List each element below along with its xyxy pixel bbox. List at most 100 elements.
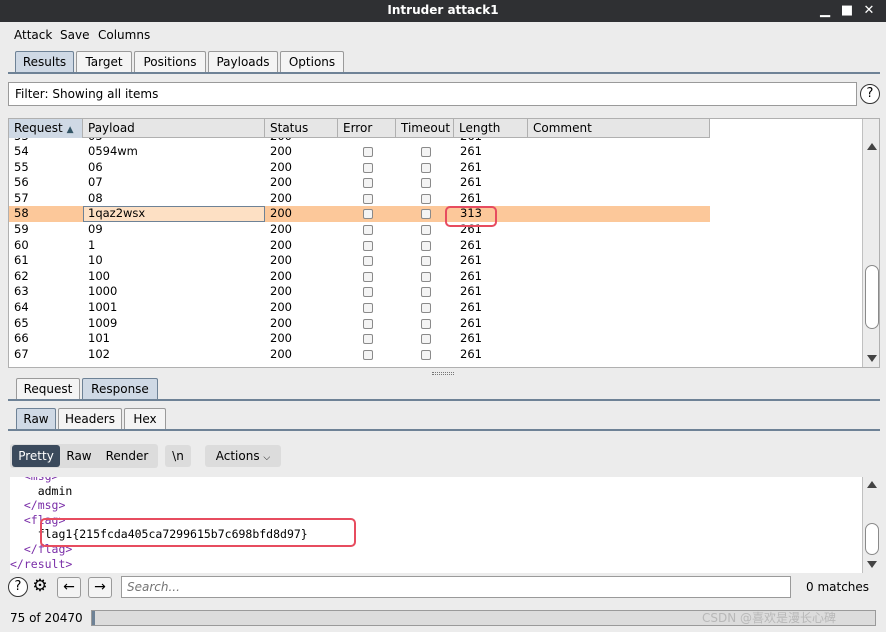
match-count: 0 matches <box>806 580 870 594</box>
cell-length: 261 <box>460 299 482 314</box>
resp-tab-underline <box>8 399 880 401</box>
menu-columns[interactable]: Columns <box>98 28 150 42</box>
pretty-button[interactable]: Pretty <box>12 445 60 467</box>
cell-length: 261 <box>460 175 482 190</box>
cell-length: 261 <box>460 190 482 205</box>
close-icon[interactable]: ✕ <box>860 2 878 20</box>
next-match-button[interactable]: → <box>88 577 112 598</box>
table-row[interactable]: 67 102 200 261 <box>9 347 710 363</box>
raw-button[interactable]: Raw <box>62 445 96 467</box>
cell-payload: 06 <box>88 159 103 174</box>
table-row[interactable]: 59 09 200 261 <box>9 222 710 238</box>
timeout-checkbox <box>421 256 431 267</box>
col-comment[interactable]: Comment <box>528 119 710 138</box>
tab-positions[interactable]: Positions <box>134 51 206 73</box>
error-checkbox <box>363 318 373 329</box>
error-checkbox <box>363 349 373 360</box>
tab-headers[interactable]: Headers <box>58 408 122 430</box>
tab-results[interactable]: Results <box>15 51 74 73</box>
code-scrollbar[interactable] <box>862 477 880 573</box>
cell-status: 200 <box>270 346 292 361</box>
cell-payload: 10 <box>88 253 103 268</box>
splitter-handle[interactable] <box>432 372 454 375</box>
table-row[interactable]: 60 1 200 261 <box>9 238 710 254</box>
code-scroll-up-icon[interactable] <box>867 481 877 488</box>
search-input[interactable] <box>122 577 790 597</box>
tab-response[interactable]: Response <box>82 378 158 400</box>
table-row[interactable]: 65 1009 200 261 <box>9 316 710 332</box>
table-row[interactable]: 63 1000 200 261 <box>9 284 710 300</box>
scroll-up-icon[interactable] <box>867 143 877 150</box>
help-icon[interactable]: ? <box>860 84 880 104</box>
timeout-checkbox <box>421 178 431 189</box>
tab-request[interactable]: Request <box>16 378 80 400</box>
scroll-down-icon[interactable] <box>867 355 877 362</box>
newline-toggle-button[interactable]: \n <box>165 445 191 467</box>
timeout-checkbox <box>421 318 431 329</box>
cell-payload: 102 <box>88 346 110 361</box>
table-row[interactable]: 64 1001 200 261 <box>9 300 710 316</box>
tab-payloads[interactable]: Payloads <box>208 51 278 73</box>
col-request[interactable]: Request ▲ <box>9 119 83 138</box>
tab-hex[interactable]: Hex <box>124 408 166 430</box>
code-scroll-thumb[interactable] <box>865 523 879 555</box>
gear-icon[interactable]: ⚙ <box>30 577 50 597</box>
table-header: Request ▲ Payload Status Error Timeout L… <box>9 119 710 138</box>
cell-payload: 0594wm <box>88 144 138 158</box>
actions-button[interactable]: Actions ⌵ <box>205 445 281 467</box>
code-scroll-down-icon[interactable] <box>867 561 877 568</box>
tab-target[interactable]: Target <box>76 51 132 73</box>
cell-request: 61 <box>14 253 29 268</box>
table-row[interactable]: 57 08 200 261 <box>9 191 710 207</box>
timeout-checkbox <box>421 349 431 360</box>
table-row[interactable]: 61 10 200 261 <box>9 253 710 269</box>
flag-highlight-box <box>40 518 356 547</box>
cell-payload: 07 <box>88 175 103 190</box>
cell-request: 64 <box>14 299 29 314</box>
table-row-selected[interactable]: 58 1qaz2wsx 200 313 <box>9 206 710 222</box>
cell-request: 65 <box>14 315 29 330</box>
cell-request: 63 <box>14 284 29 299</box>
tab-options[interactable]: Options <box>280 51 344 73</box>
code-line: <msg> <box>10 477 59 484</box>
search-help-icon[interactable]: ? <box>8 577 28 597</box>
timeout-checkbox <box>421 193 431 204</box>
col-length[interactable]: Length <box>454 119 528 138</box>
previous-match-button[interactable]: ← <box>57 577 81 598</box>
col-timeout[interactable]: Timeout <box>396 119 454 138</box>
filter-text: Filter: Showing all items <box>15 87 159 101</box>
error-checkbox <box>363 224 373 235</box>
cell-status: 200 <box>270 268 292 283</box>
timeout-checkbox <box>421 162 431 173</box>
menu-save[interactable]: Save <box>60 28 89 42</box>
menu-attack[interactable]: Attack <box>14 28 52 42</box>
timeout-checkbox <box>421 147 431 157</box>
table-row[interactable]: 55 06 200 261 <box>9 160 710 176</box>
table-scrollbar[interactable] <box>862 119 879 367</box>
cell-status: 200 <box>270 221 292 236</box>
table-row[interactable]: 62 100 200 261 <box>9 269 710 285</box>
cell-length: 261 <box>460 331 482 346</box>
minimize-icon[interactable]: ▁ <box>816 2 834 20</box>
cell-status: 200 <box>270 331 292 346</box>
search-box[interactable] <box>121 576 791 598</box>
cell-request: 59 <box>14 221 29 236</box>
maximize-icon[interactable]: ■ <box>838 2 856 20</box>
tab-raw[interactable]: Raw <box>16 408 56 430</box>
table-row[interactable]: 54 0594wm 200 261 <box>9 144 710 160</box>
col-payload[interactable]: Payload <box>83 119 265 138</box>
scroll-thumb[interactable] <box>865 265 879 329</box>
cell-length: 261 <box>460 346 482 361</box>
col-status[interactable]: Status <box>265 119 338 138</box>
xml-text: admin <box>37 483 73 498</box>
cell-request: 56 <box>14 175 29 190</box>
filter-bar[interactable]: Filter: Showing all items <box>8 82 857 106</box>
table-row[interactable]: 66 101 200 261 <box>9 331 710 347</box>
timeout-checkbox <box>421 224 431 235</box>
col-error[interactable]: Error <box>338 119 396 138</box>
cell-length: 261 <box>460 284 482 299</box>
table-row[interactable]: 56 07 200 261 <box>9 175 710 191</box>
render-button[interactable]: Render <box>99 445 155 467</box>
